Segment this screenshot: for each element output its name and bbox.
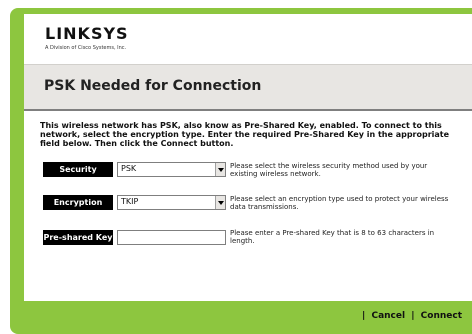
psk-label: Pre-shared Key: [43, 230, 113, 245]
linksys-logo: LINKSYS: [45, 24, 129, 43]
footer-links: | Cancel | Connect: [359, 311, 462, 321]
security-select-value: PSK: [121, 164, 137, 173]
chevron-down-icon: [217, 200, 224, 205]
encryption-label: Encryption: [43, 195, 113, 210]
connect-button[interactable]: Connect: [421, 311, 462, 321]
encryption-description: Please select an encryption type used to…: [230, 195, 449, 211]
logo-area: LINKSYS A Division of Cisco Systems, Inc…: [24, 14, 472, 64]
separator: |: [362, 311, 366, 321]
psk-input[interactable]: [117, 230, 226, 245]
security-description: Please select the wireless security meth…: [230, 162, 428, 178]
title-bar: PSK Needed for Connection: [24, 64, 472, 111]
encryption-select[interactable]: TKIP: [117, 195, 226, 210]
instructions-text: This wireless network has PSK, also know…: [40, 121, 450, 148]
security-label: Security: [43, 162, 113, 177]
chevron-down-icon: [217, 167, 224, 172]
logo-subtitle: A Division of Cisco Systems, Inc.: [45, 45, 127, 51]
encryption-dropdown-button[interactable]: [215, 196, 225, 209]
encryption-select-value: TKIP: [121, 197, 139, 206]
psk-description: Please enter a Pre-shared Key that is 8 …: [230, 229, 435, 245]
page-title: PSK Needed for Connection: [44, 78, 262, 94]
security-select[interactable]: PSK: [117, 162, 226, 177]
security-dropdown-button[interactable]: [215, 163, 225, 176]
cancel-button[interactable]: Cancel: [371, 311, 405, 321]
separator: |: [411, 311, 415, 321]
